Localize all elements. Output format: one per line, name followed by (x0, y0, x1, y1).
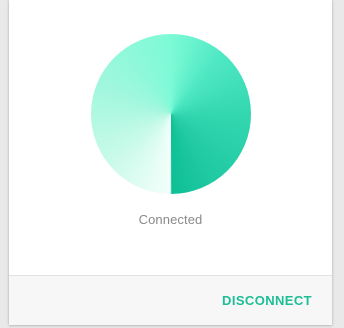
connection-status-label: Connected (138, 212, 203, 227)
connection-card: Connected DISCONNECT (9, 0, 332, 325)
disconnect-button[interactable]: DISCONNECT (222, 293, 312, 308)
card-footer: DISCONNECT (9, 275, 332, 325)
status-area: Connected (9, 0, 332, 275)
connection-status-orb (91, 34, 251, 194)
